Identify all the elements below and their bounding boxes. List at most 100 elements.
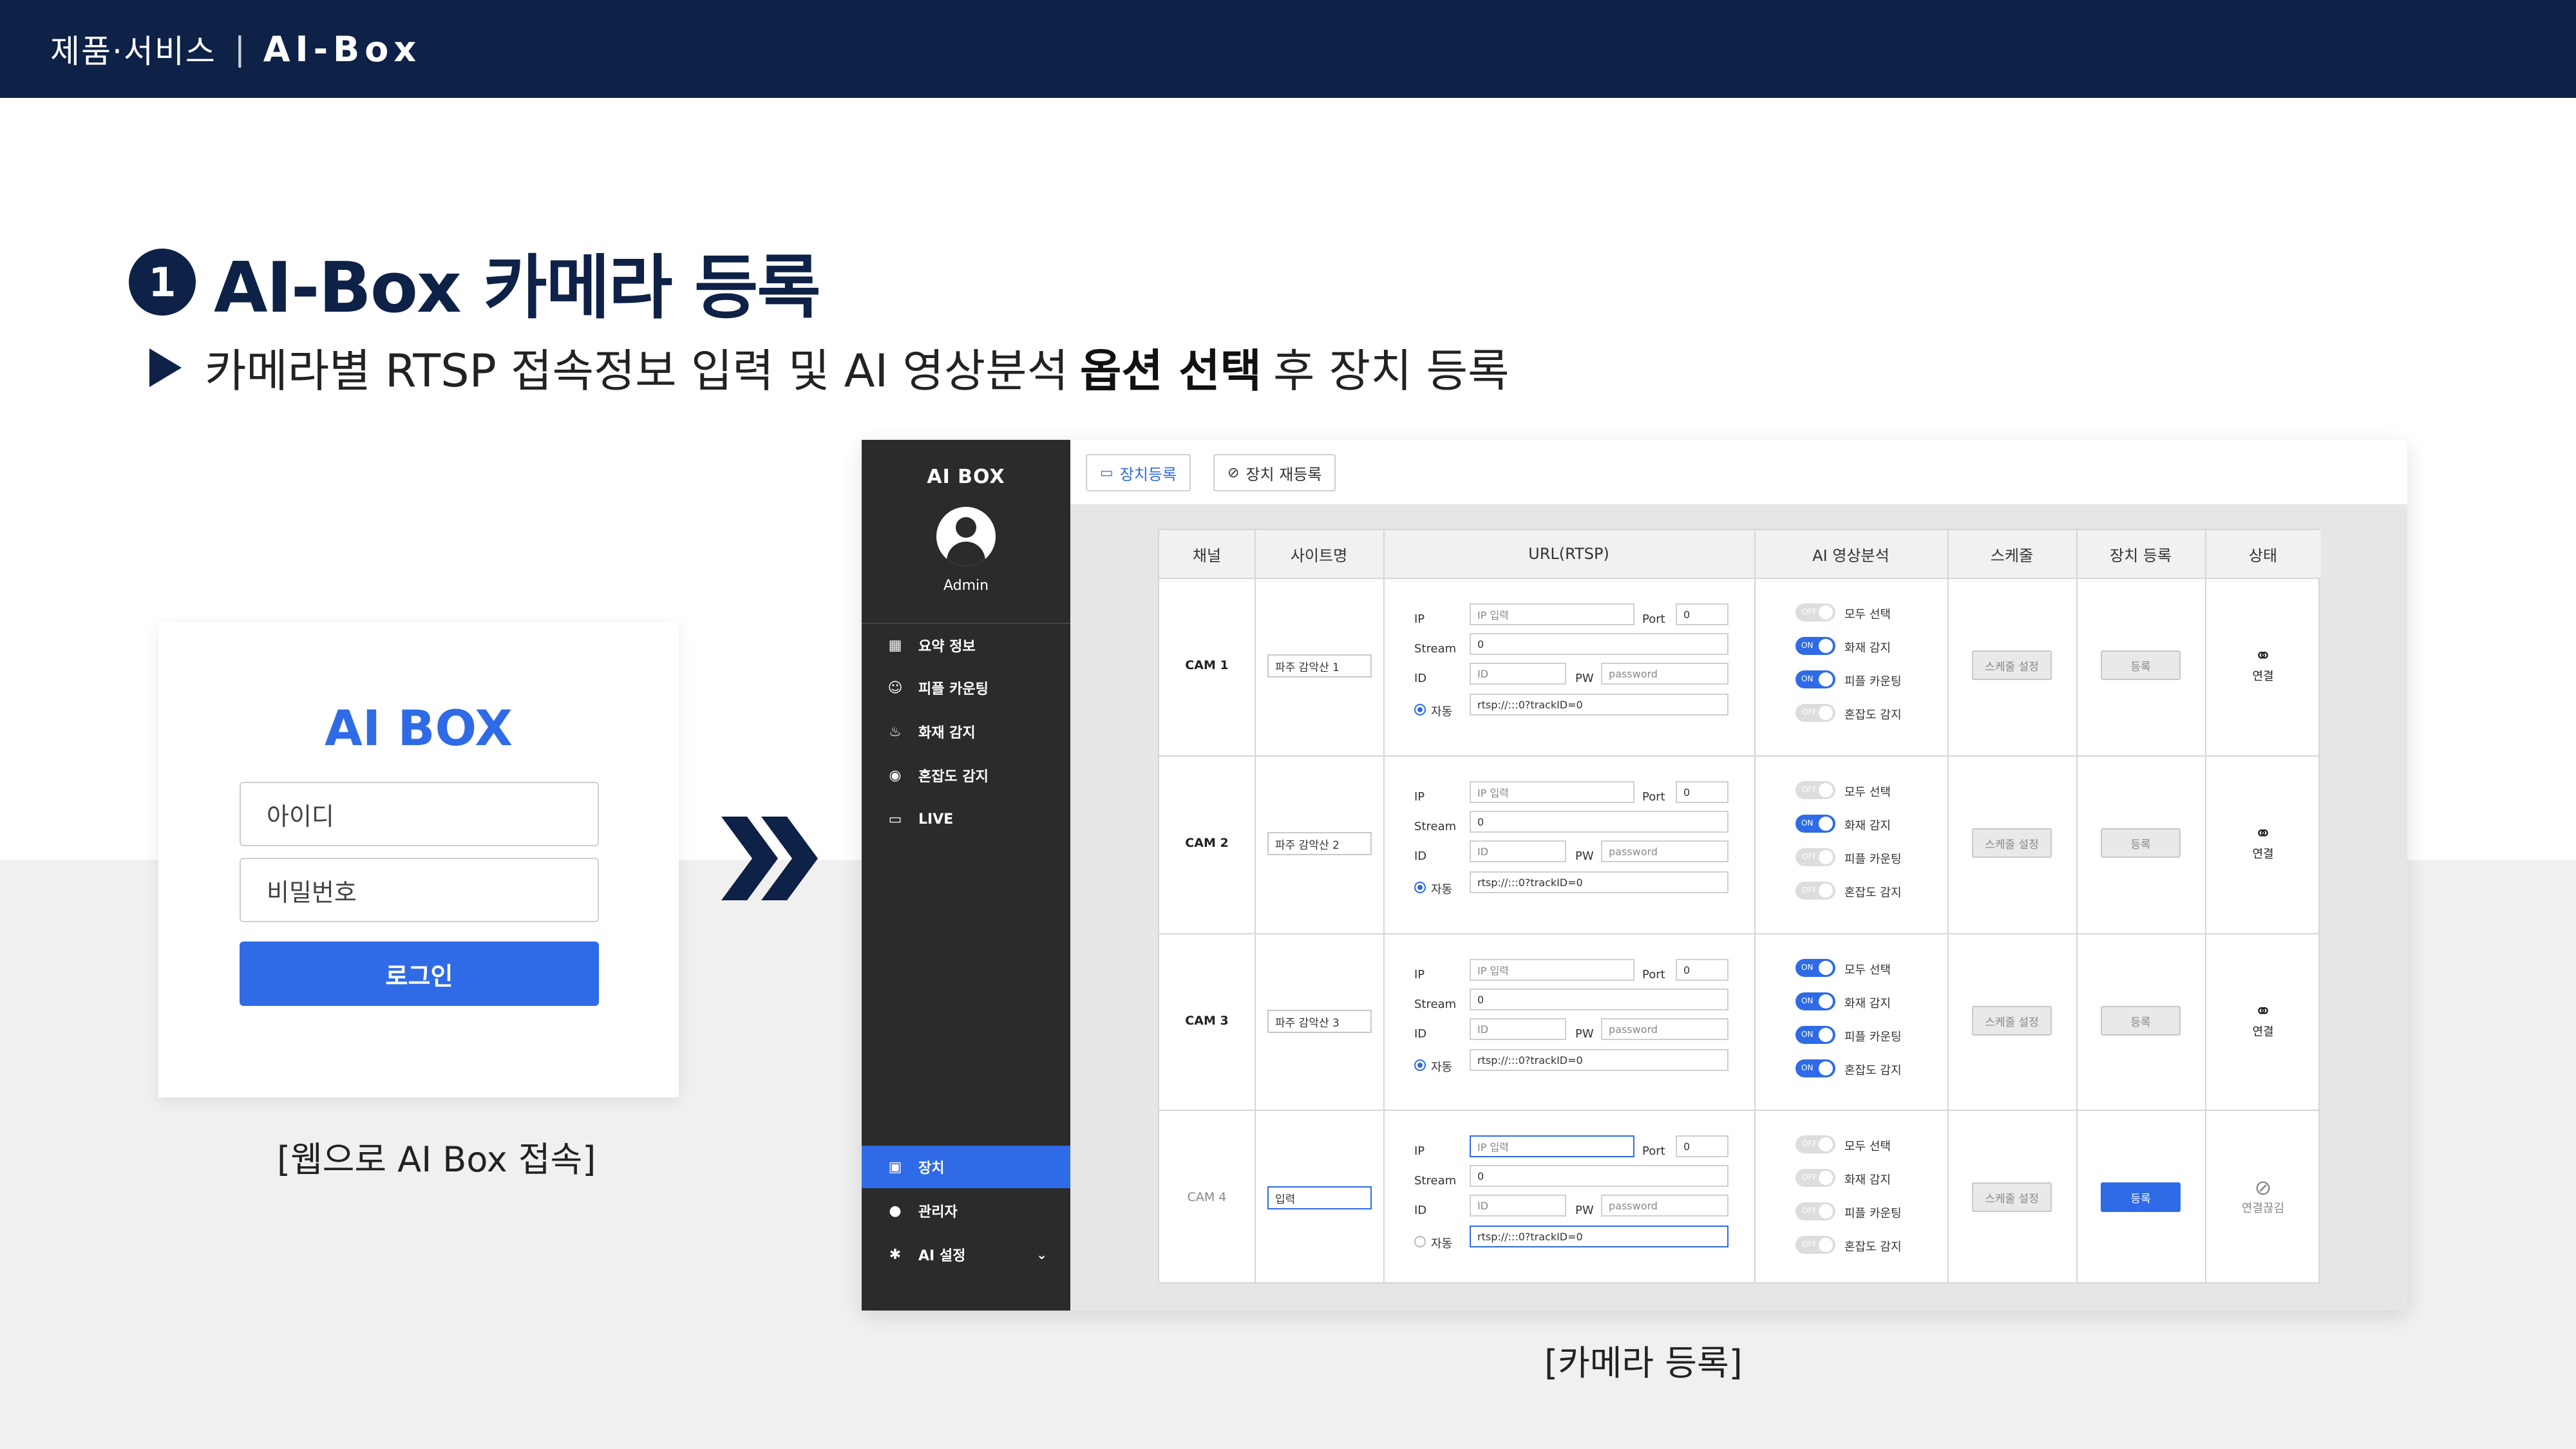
breadcrumb-category: 제품·서비스	[50, 33, 216, 70]
avatar[interactable]	[936, 507, 996, 566]
ai-option-label: 혼잡도 감지	[1844, 1240, 1902, 1254]
sidebar-item-people-counting[interactable]: ☺ 피플 카운팅	[862, 667, 1070, 709]
ai-option-label: 혼잡도 감지	[1844, 708, 1902, 722]
ai-toggle[interactable]: OFF	[1795, 1236, 1835, 1254]
site-name-input[interactable]: 파주 감악산 3	[1267, 1010, 1372, 1033]
ai-toggle[interactable]: ON	[1795, 670, 1835, 688]
register-button[interactable]: 등록	[2101, 1006, 2181, 1036]
ai-toggle[interactable]: ON	[1795, 1059, 1835, 1077]
stream-input[interactable]: 0	[1470, 633, 1728, 655]
ai-toggle[interactable]: OFF	[1795, 704, 1835, 722]
rtsp-url-input[interactable]: rtsp://:::0?trackID=0	[1470, 1226, 1728, 1247]
sidebar-logo: AI BOX	[927, 466, 1005, 488]
sidebar-item-device[interactable]: ▣ 장치	[862, 1146, 1070, 1188]
sidebar-item-label: AI 설정	[918, 1248, 966, 1264]
sidebar-item-label: 관리자	[918, 1204, 958, 1220]
section-heading: 1 AI-Box 카메라 등록	[129, 232, 821, 332]
ai-toggle[interactable]: ON	[1795, 815, 1835, 833]
password-input[interactable]: 비밀번호	[240, 858, 599, 922]
device-id-input[interactable]: ID	[1470, 1195, 1566, 1217]
stream-label: Stream	[1414, 820, 1457, 833]
sidebar-item-label: 피플 카운팅	[918, 681, 989, 697]
device-password-input[interactable]: password	[1601, 1195, 1728, 1217]
ip-input[interactable]: IP 입력	[1470, 959, 1634, 981]
ai-toggle[interactable]: OFF	[1795, 1135, 1835, 1153]
ip-input[interactable]: IP 입력	[1470, 1135, 1634, 1157]
sidebar-item-live[interactable]: ▭ LIVE	[862, 798, 1070, 840]
register-button[interactable]: 등록	[2101, 650, 2181, 680]
stream-input[interactable]: 0	[1470, 989, 1728, 1010]
auto-radio[interactable]	[1414, 704, 1426, 715]
status-text: 연결	[2252, 1025, 2274, 1039]
header-ai-analysis: AI 영상분석	[1754, 530, 1947, 578]
user-icon: ●	[889, 1202, 902, 1219]
ai-toggle[interactable]: OFF	[1795, 848, 1835, 866]
tab-device-reregister[interactable]: ⊘ 장치 재등록	[1213, 454, 1336, 491]
ai-toggle[interactable]: OFF	[1795, 781, 1835, 799]
ai-option-label: 혼잡도 감지	[1844, 886, 1902, 900]
tab-device-register[interactable]: ▭ 장치등록	[1086, 454, 1191, 491]
schedule-button[interactable]: 스케줄 설정	[1972, 828, 2052, 858]
breadcrumb-product: AI-Box	[263, 28, 422, 70]
port-label: Port	[1642, 968, 1665, 981]
device-id-input[interactable]: ID	[1470, 663, 1566, 685]
id-label: ID	[1414, 672, 1427, 685]
ip-input[interactable]: IP 입력	[1470, 603, 1634, 625]
app-window: AI BOX Admin ▦ 요약 정보 ☺ 피플 카운팅 ♨ 화재 감지 ◉ …	[862, 440, 2407, 1311]
header-site-name: 사이트명	[1255, 530, 1383, 578]
sidebar-item-summary[interactable]: ▦ 요약 정보	[862, 624, 1070, 667]
stream-input[interactable]: 0	[1470, 811, 1728, 833]
id-input[interactable]: 아이디	[240, 782, 599, 846]
ai-toggle[interactable]: ON	[1795, 637, 1835, 655]
ai-toggle[interactable]: ON	[1795, 992, 1835, 1010]
ip-input[interactable]: IP 입력	[1470, 781, 1634, 803]
toggle-knob	[1819, 783, 1833, 797]
ai-toggle[interactable]: ON	[1795, 959, 1835, 977]
device-password-input[interactable]: password	[1601, 840, 1728, 862]
toggle-state-text: OFF	[1802, 708, 1817, 717]
rtsp-url-input[interactable]: rtsp://:::0?trackID=0	[1470, 694, 1728, 715]
sidebar-item-admin[interactable]: ● 관리자	[862, 1189, 1070, 1232]
video-icon: ▭	[888, 811, 902, 828]
auto-radio[interactable]	[1414, 1236, 1426, 1247]
device-id-input[interactable]: ID	[1470, 840, 1566, 862]
site-name-input[interactable]: 파주 감악산 2	[1267, 832, 1372, 855]
sidebar-item-fire-detection[interactable]: ♨ 화재 감지	[862, 710, 1070, 753]
channel-label: CAM 3	[1185, 1014, 1229, 1028]
toggle-knob	[1819, 639, 1833, 653]
stream-input[interactable]: 0	[1470, 1165, 1728, 1187]
device-password-input[interactable]: password	[1601, 1018, 1728, 1040]
auto-radio[interactable]	[1414, 882, 1426, 893]
sidebar-item-label: 장치	[918, 1160, 945, 1177]
register-button[interactable]: 등록	[2101, 1182, 2181, 1212]
sidebar-item-congestion[interactable]: ◉ 혼잡도 감지	[862, 754, 1070, 797]
port-input[interactable]: 0	[1676, 603, 1728, 625]
step-number-badge: 1	[129, 249, 196, 316]
ai-toggle[interactable]: OFF	[1795, 1202, 1835, 1220]
sidebar-item-ai-settings[interactable]: ✱ AI 설정 ⌄	[862, 1233, 1070, 1276]
port-input[interactable]: 0	[1676, 1135, 1728, 1157]
schedule-button[interactable]: 스케줄 설정	[1972, 650, 2052, 680]
toggle-knob	[1819, 1238, 1833, 1252]
site-name-input[interactable]: 입력	[1267, 1186, 1372, 1209]
toggle-state-text: OFF	[1802, 886, 1817, 895]
ai-toggle[interactable]: OFF	[1795, 1169, 1835, 1187]
port-input[interactable]: 0	[1676, 959, 1728, 981]
ai-toggle[interactable]: OFF	[1795, 882, 1835, 900]
header-url: URL(RTSP)	[1383, 530, 1754, 578]
rtsp-url-input[interactable]: rtsp://:::0?trackID=0	[1470, 871, 1728, 893]
register-button[interactable]: 등록	[2101, 828, 2181, 858]
login-button[interactable]: 로그인	[240, 942, 599, 1006]
device-password-input[interactable]: password	[1601, 663, 1728, 685]
ai-toggle[interactable]: OFF	[1795, 603, 1835, 621]
toggle-knob	[1819, 994, 1833, 1009]
port-input[interactable]: 0	[1676, 781, 1728, 803]
auto-radio[interactable]	[1414, 1059, 1426, 1071]
schedule-button[interactable]: 스케줄 설정	[1972, 1182, 2052, 1212]
device-id-input[interactable]: ID	[1470, 1018, 1566, 1040]
rtsp-url-input[interactable]: rtsp://:::0?trackID=0	[1470, 1049, 1728, 1071]
ai-toggle[interactable]: ON	[1795, 1026, 1835, 1044]
schedule-button[interactable]: 스케줄 설정	[1972, 1006, 2052, 1036]
stream-label: Stream	[1414, 642, 1457, 656]
site-name-input[interactable]: 파주 감악산 1	[1267, 654, 1372, 677]
